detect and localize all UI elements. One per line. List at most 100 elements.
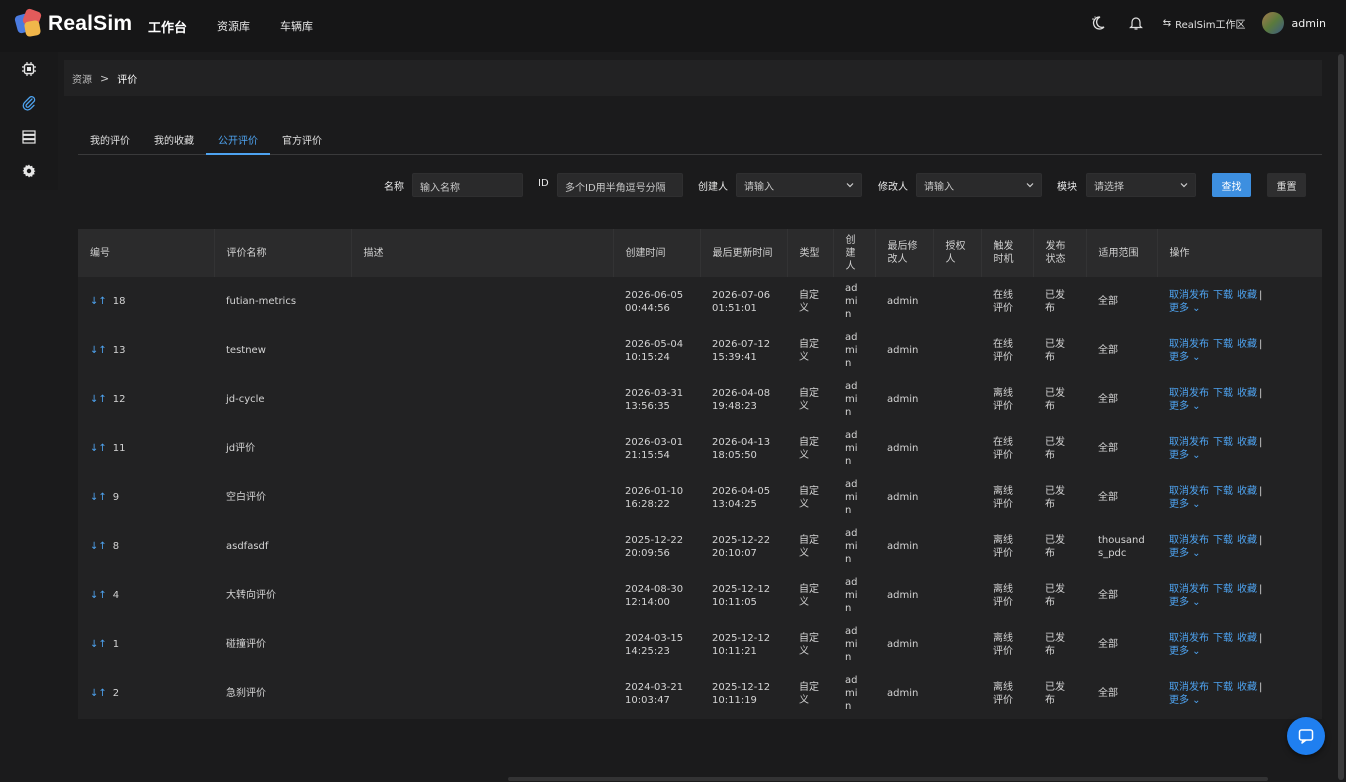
favorite-link[interactable]: 收藏 <box>1237 682 1257 693</box>
download-link[interactable]: 下载 <box>1213 682 1233 693</box>
sidebar-item-resources[interactable] <box>0 86 58 120</box>
cell-operations: 取消发布 下载 收藏 | 更多 ⌄ <box>1157 473 1322 522</box>
scrollbar-thumb[interactable] <box>1338 54 1344 780</box>
unpublish-link[interactable]: 取消发布 <box>1169 388 1209 399</box>
nav-resource-library[interactable]: 资源库 <box>217 18 250 34</box>
sort-arrows-icon[interactable]: ↓↑ <box>90 344 107 357</box>
horizontal-scrollbar[interactable] <box>508 777 1268 781</box>
cell-type: 自定义 <box>799 289 819 314</box>
cell-type: 自定义 <box>799 436 819 461</box>
row-id: 13 <box>112 345 126 356</box>
cell-type: 自定义 <box>799 338 819 363</box>
cell-id: ↓↑ 1 <box>78 620 214 669</box>
favorite-link[interactable]: 收藏 <box>1237 584 1257 595</box>
nav-workbench[interactable]: 工作台 <box>148 17 187 36</box>
chat-button[interactable] <box>1287 717 1325 755</box>
cell-creator: admin <box>845 577 858 614</box>
favorite-link[interactable]: 收藏 <box>1237 633 1257 644</box>
sort-arrows-icon[interactable]: ↓↑ <box>90 687 107 700</box>
more-dropdown[interactable]: 更多 ⌄ <box>1169 303 1201 314</box>
download-link[interactable]: 下载 <box>1213 437 1233 448</box>
id-input[interactable]: 多个ID用半角逗号分隔 <box>557 173 683 197</box>
favorite-link[interactable]: 收藏 <box>1237 437 1257 448</box>
cell-created: 2024-03-15 14:25:23 <box>625 632 684 657</box>
download-link[interactable]: 下载 <box>1213 584 1233 595</box>
cell-type: 自定义 <box>799 583 819 608</box>
download-link[interactable]: 下载 <box>1213 388 1233 399</box>
username[interactable]: admin <box>1292 17 1326 30</box>
creator-select[interactable]: 请输入 <box>736 173 862 197</box>
tab-public-evaluations[interactable]: 公开评价 <box>206 124 270 155</box>
more-dropdown[interactable]: 更多 ⌄ <box>1169 499 1201 510</box>
unpublish-link[interactable]: 取消发布 <box>1169 290 1209 301</box>
nav-vehicle-library[interactable]: 车辆库 <box>280 18 313 34</box>
favorite-link[interactable]: 收藏 <box>1237 535 1257 546</box>
row-id: 18 <box>112 296 126 307</box>
vertical-scrollbar[interactable] <box>1337 52 1345 782</box>
id-filter-label: ID <box>538 178 549 189</box>
sort-arrows-icon[interactable]: ↓↑ <box>90 393 107 406</box>
unpublish-link[interactable]: 取消发布 <box>1169 682 1209 693</box>
favorite-link[interactable]: 收藏 <box>1237 339 1257 350</box>
cell-id: ↓↑ 8 <box>78 522 214 571</box>
row-id: 2 <box>112 688 120 699</box>
more-dropdown[interactable]: 更多 ⌄ <box>1169 401 1201 412</box>
sort-arrows-icon[interactable]: ↓↑ <box>90 540 107 553</box>
modifier-filter-label: 修改人 <box>878 182 908 193</box>
cell-operations: 取消发布 下载 收藏 | 更多 ⌄ <box>1157 424 1322 473</box>
workspace-switcher[interactable]: ⇆ RealSim工作区 <box>1163 16 1246 31</box>
modifier-select[interactable]: 请输入 <box>916 173 1042 197</box>
favorite-link[interactable]: 收藏 <box>1237 486 1257 497</box>
unpublish-link[interactable]: 取消发布 <box>1169 584 1209 595</box>
table-row: ↓↑ 4 大转向评价 2024-08-30 12:14:00 2025-12-12 10… <box>78 571 1322 620</box>
breadcrumb-root[interactable]: 资源 <box>72 71 92 86</box>
more-dropdown[interactable]: 更多 ⌄ <box>1169 450 1201 461</box>
workspace-name: RealSim工作区 <box>1175 19 1246 31</box>
unpublish-link[interactable]: 取消发布 <box>1169 339 1209 350</box>
unpublish-link[interactable]: 取消发布 <box>1169 633 1209 644</box>
search-button[interactable]: 查找 <box>1212 173 1251 197</box>
ops-divider: | <box>1259 289 1263 301</box>
id-input-placeholder: 多个ID用半角逗号分隔 <box>565 183 666 194</box>
cell-creator: admin <box>845 430 858 467</box>
tab-my-favorites[interactable]: 我的收藏 <box>142 124 206 155</box>
download-link[interactable]: 下载 <box>1213 339 1233 350</box>
download-link[interactable]: 下载 <box>1213 486 1233 497</box>
header-col-modifier: 最后修改人 <box>875 229 934 277</box>
favorite-link[interactable]: 收藏 <box>1237 388 1257 399</box>
sort-arrows-icon[interactable]: ↓↑ <box>90 442 107 455</box>
more-dropdown[interactable]: 更多 ⌄ <box>1169 352 1201 363</box>
unpublish-link[interactable]: 取消发布 <box>1169 535 1209 546</box>
sort-arrows-icon[interactable]: ↓↑ <box>90 589 107 602</box>
app-logo[interactable]: RealSim <box>13 7 132 38</box>
ops-divider: | <box>1259 534 1263 546</box>
unpublish-link[interactable]: 取消发布 <box>1169 437 1209 448</box>
tab-my-evaluations[interactable]: 我的评价 <box>78 124 142 155</box>
reset-button[interactable]: 重置 <box>1267 173 1306 197</box>
download-link[interactable]: 下载 <box>1213 633 1233 644</box>
unpublish-link[interactable]: 取消发布 <box>1169 486 1209 497</box>
module-select[interactable]: 请选择 <box>1086 173 1196 197</box>
avatar[interactable] <box>1261 12 1284 34</box>
sort-arrows-icon[interactable]: ↓↑ <box>90 638 107 651</box>
cell-creator: admin <box>845 626 858 663</box>
download-link[interactable]: 下载 <box>1213 290 1233 301</box>
cell-name: 空白评价 <box>226 492 266 503</box>
download-link[interactable]: 下载 <box>1213 535 1233 546</box>
cell-auth <box>933 571 981 620</box>
tab-official-evaluations[interactable]: 官方评价 <box>270 124 334 155</box>
more-dropdown[interactable]: 更多 ⌄ <box>1169 646 1201 657</box>
sidebar-item-storage[interactable] <box>0 120 58 154</box>
more-dropdown[interactable]: 更多 ⌄ <box>1169 548 1201 559</box>
more-dropdown[interactable]: 更多 ⌄ <box>1169 695 1201 706</box>
favorite-link[interactable]: 收藏 <box>1237 290 1257 301</box>
sort-arrows-icon[interactable]: ↓↑ <box>90 491 107 504</box>
sort-arrows-icon[interactable]: ↓↑ <box>90 295 107 308</box>
bell-icon[interactable] <box>1125 12 1147 34</box>
sidebar-item-chip[interactable] <box>0 52 58 86</box>
name-input[interactable]: 输入名称 <box>412 173 523 197</box>
more-dropdown[interactable]: 更多 ⌄ <box>1169 597 1201 608</box>
theme-toggle-icon[interactable] <box>1087 12 1109 34</box>
cell-creator: admin <box>845 283 858 320</box>
cell-type: 自定义 <box>799 632 819 657</box>
